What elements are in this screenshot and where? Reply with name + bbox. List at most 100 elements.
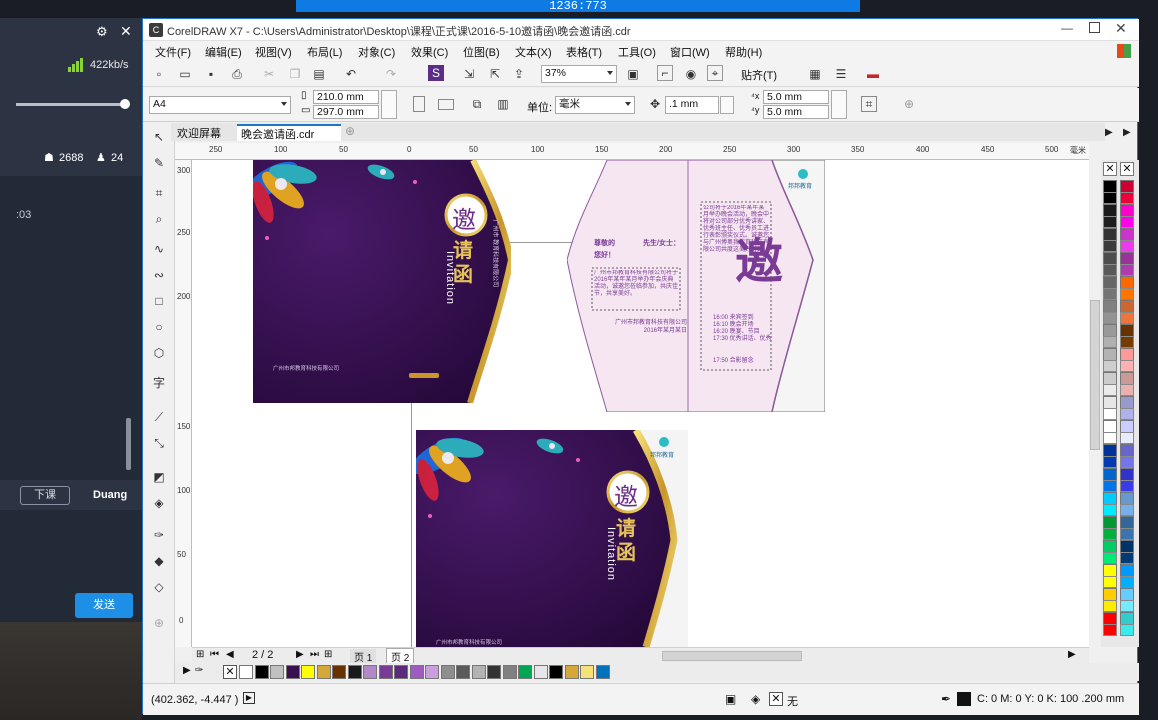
palette-swatch[interactable] — [254, 665, 269, 679]
drawing-canvas[interactable]: 邀 请函 Invitation 广州市 教育科技有限公司 广州市邦教育科技有限公… — [192, 160, 1089, 647]
paste-icon[interactable]: ▤ — [311, 66, 327, 82]
settings-icon[interactable]: ⚙ — [96, 24, 110, 39]
palette-swatch[interactable] — [1103, 528, 1117, 540]
palette-swatch[interactable] — [1120, 264, 1134, 276]
menu-object[interactable]: 对象(C) — [358, 44, 395, 60]
export-icon[interactable]: ⇱ — [487, 66, 503, 82]
freehand-tool-icon[interactable]: ∿ — [151, 241, 167, 257]
no-color-swatch[interactable]: ✕ — [223, 665, 237, 679]
no-color-swatch[interactable]: ✕ — [1103, 162, 1117, 176]
tab-welcome[interactable]: 欢迎屏幕 — [173, 125, 235, 141]
redo-icon[interactable]: ↷ — [383, 66, 399, 82]
palette-swatch[interactable] — [1103, 360, 1117, 372]
print-icon[interactable]: ⎙ — [229, 66, 245, 82]
palette-swatch[interactable] — [1120, 576, 1134, 588]
palette-swatch[interactable] — [1120, 408, 1134, 420]
outline-pen-icon[interactable]: ✒ — [941, 692, 951, 706]
transparency-tool-icon[interactable]: ◈ — [151, 495, 167, 511]
minimize-icon[interactable]: — — [1061, 21, 1077, 37]
palette-swatch[interactable] — [502, 665, 517, 679]
palette-swatch[interactable] — [1120, 360, 1134, 372]
tab-invitation-cdr[interactable]: 晚会邀请函.cdr — [237, 124, 341, 141]
vertical-ruler[interactable]: 300 250 200 150 100 50 0 — [175, 160, 192, 647]
current-page-icon[interactable]: ▥ — [495, 96, 511, 112]
palette-swatch[interactable] — [595, 665, 610, 679]
nudge-spinner[interactable] — [720, 96, 734, 114]
page-height-field[interactable]: 297.0 mm — [313, 105, 379, 119]
palette-swatch[interactable] — [1103, 384, 1117, 396]
zoom-tool-icon[interactable]: ⌕ — [151, 211, 167, 227]
palette-swatch[interactable] — [1120, 600, 1134, 612]
eyedropper-icon[interactable]: ✑ — [195, 665, 203, 676]
invitation-front-cover[interactable]: 邀 请函 Invitation 广州市 教育科技有限公司 广州市邦教育科技有限公… — [253, 160, 511, 403]
palette-swatch[interactable] — [487, 665, 501, 679]
menu-help[interactable]: 帮助(H) — [725, 44, 762, 60]
ellipse-tool-icon[interactable]: ○ — [151, 319, 167, 335]
palette-swatch[interactable] — [1120, 312, 1134, 324]
palette-swatch[interactable] — [1120, 192, 1134, 204]
nudge-distance-field[interactable]: .1 mm — [665, 96, 719, 114]
open-icon[interactable]: ▭ — [177, 66, 193, 82]
add-page-end-icon[interactable]: ⊞ — [324, 649, 332, 660]
menu-text[interactable]: 文本(X) — [515, 44, 552, 60]
palette-swatch[interactable] — [394, 665, 408, 679]
save-icon[interactable]: ▪ — [203, 66, 219, 82]
palette-swatch[interactable] — [1120, 216, 1134, 228]
send-button[interactable]: 发送 — [75, 593, 133, 618]
palette-swatch[interactable] — [456, 665, 470, 679]
pick-tool-icon[interactable]: ↖ — [151, 129, 167, 145]
show-grid-icon[interactable]: ◉ — [683, 66, 699, 82]
palette-swatch[interactable] — [1120, 288, 1134, 300]
palette-swatch[interactable] — [285, 665, 300, 679]
fill-bucket-icon[interactable]: ◈ — [751, 692, 760, 706]
palette-swatch[interactable] — [363, 665, 377, 679]
next-page-icon[interactable]: ▶ — [296, 649, 304, 660]
palette-swatch[interactable] — [1103, 456, 1117, 468]
menu-window[interactable]: 窗口(W) — [670, 44, 710, 60]
palette-swatch[interactable] — [1103, 480, 1117, 492]
palette-swatch[interactable] — [471, 665, 486, 679]
palette-swatch[interactable] — [1103, 240, 1117, 252]
palette-arrow-icon[interactable]: ▶ — [183, 665, 191, 676]
palette-swatch[interactable] — [316, 665, 331, 679]
zoom-level[interactable]: 37% — [541, 65, 617, 83]
palette-swatch[interactable] — [1120, 624, 1134, 636]
full-screen-icon[interactable]: ▣ — [625, 66, 641, 82]
smart-fill-icon[interactable]: ◇ — [151, 579, 167, 595]
launch-icon[interactable]: ▬ — [865, 66, 881, 82]
palette-swatch[interactable] — [347, 665, 362, 679]
polygon-tool-icon[interactable]: ⬡ — [151, 345, 167, 361]
invitation-inside-spread[interactable]: 邦邦教育 尊敬的 先生/女士： 您好！ 广州市邦教育科技有限公司将于2016年某… — [567, 160, 825, 412]
page-tab-1[interactable]: 页 1 — [350, 649, 377, 664]
first-page-icon[interactable]: ⏮ — [210, 649, 219, 660]
menu-edit[interactable]: 编辑(E) — [205, 44, 242, 60]
palette-swatch[interactable] — [1120, 336, 1134, 348]
menu-tools[interactable]: 工具(O) — [618, 44, 656, 60]
palette-swatch[interactable] — [301, 665, 315, 679]
duplicate-x-field[interactable]: 5.0 mm — [763, 90, 829, 104]
volume-slider[interactable] — [16, 99, 130, 109]
page-width-field[interactable]: 210.0 mm — [313, 90, 379, 104]
shape-tool-icon[interactable]: ✎ — [151, 155, 167, 171]
unit-select[interactable]: 毫米 — [555, 96, 635, 114]
new-doc-icon[interactable]: ▫ — [151, 66, 167, 82]
palette-swatch[interactable] — [332, 665, 346, 679]
treat-as-filled-icon[interactable]: ⌗ — [861, 96, 877, 112]
menu-bitmaps[interactable]: 位图(B) — [463, 44, 500, 60]
invitation-front-cover-page2[interactable]: 邦邦教育 邀 请函 Invitation 广州市邦教育科技有限公司 — [416, 430, 688, 647]
publish-pdf-icon[interactable]: ⇪ — [511, 66, 527, 82]
landscape-icon[interactable] — [438, 99, 454, 110]
page-size-select[interactable]: A4 — [149, 96, 291, 114]
palette-swatch[interactable] — [1103, 312, 1117, 324]
palette-swatch[interactable] — [1103, 576, 1117, 588]
palette-swatch[interactable] — [1120, 480, 1134, 492]
artistic-media-icon[interactable]: ∾ — [151, 267, 167, 283]
palette-swatch[interactable] — [1120, 384, 1134, 396]
palette-swatch[interactable] — [1103, 336, 1117, 348]
show-rulers-icon[interactable]: ⌐ — [657, 65, 673, 81]
last-page-icon[interactable]: ⏭ — [310, 649, 319, 660]
palette-swatch[interactable] — [1120, 432, 1134, 444]
prev-page-icon[interactable]: ◀ — [226, 649, 234, 660]
import-icon[interactable]: ⇲ — [461, 66, 477, 82]
search-content-icon[interactable]: S — [428, 65, 444, 81]
